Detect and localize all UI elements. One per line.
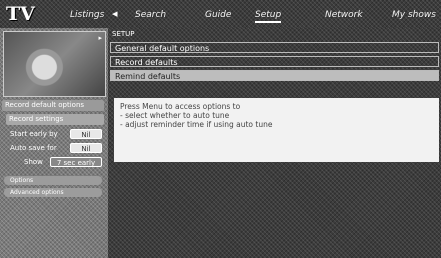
record-settings-label: Record settings	[6, 114, 104, 125]
help-line: - select whether to auto tune	[120, 111, 230, 120]
option-general-defaults[interactable]: General default options	[110, 42, 439, 53]
left-panel: ▸ Record default options Record settings…	[0, 28, 108, 258]
tab-listings[interactable]: Listings	[70, 9, 104, 21]
top-navigation-bar: TV ◂ Listings Search Guide Setup Network…	[0, 0, 441, 28]
thumbnail-play-icon: ▸	[98, 34, 102, 42]
advanced-options-pill[interactable]: Advanced options	[4, 188, 102, 197]
start-early-value[interactable]: Nil	[70, 129, 102, 139]
tab-my-shows[interactable]: My shows	[392, 9, 436, 21]
help-line: Press Menu to access options to	[120, 102, 241, 111]
tab-guide[interactable]: Guide	[205, 9, 231, 21]
tab-search[interactable]: Search	[135, 9, 166, 21]
option-record-defaults[interactable]: Record defaults	[110, 56, 439, 67]
show-value-dropdown[interactable]: 7 sec early	[50, 157, 102, 167]
nav-left-arrow-icon[interactable]: ◂	[112, 7, 118, 20]
breadcrumb: SETUP	[112, 30, 135, 38]
auto-save-label: Auto save for	[10, 144, 57, 152]
main-content: SETUP General default options Record def…	[108, 28, 441, 258]
start-early-label: Start early by	[10, 130, 58, 138]
help-text-panel: Press Menu to access options to - select…	[114, 98, 439, 162]
option-remind-defaults[interactable]: Remind defaults	[110, 70, 439, 81]
channel-thumbnail[interactable]: ▸	[3, 31, 106, 97]
tab-setup[interactable]: Setup	[255, 9, 282, 23]
auto-save-value[interactable]: Nil	[70, 143, 102, 153]
record-default-options-label: Record default options	[2, 100, 104, 111]
show-label: Show	[24, 158, 43, 166]
help-line: - adjust reminder time if using auto tun…	[120, 120, 273, 129]
tab-network[interactable]: Network	[325, 9, 363, 21]
options-pill[interactable]: Options	[4, 176, 102, 185]
tv-logo: TV	[6, 3, 35, 25]
